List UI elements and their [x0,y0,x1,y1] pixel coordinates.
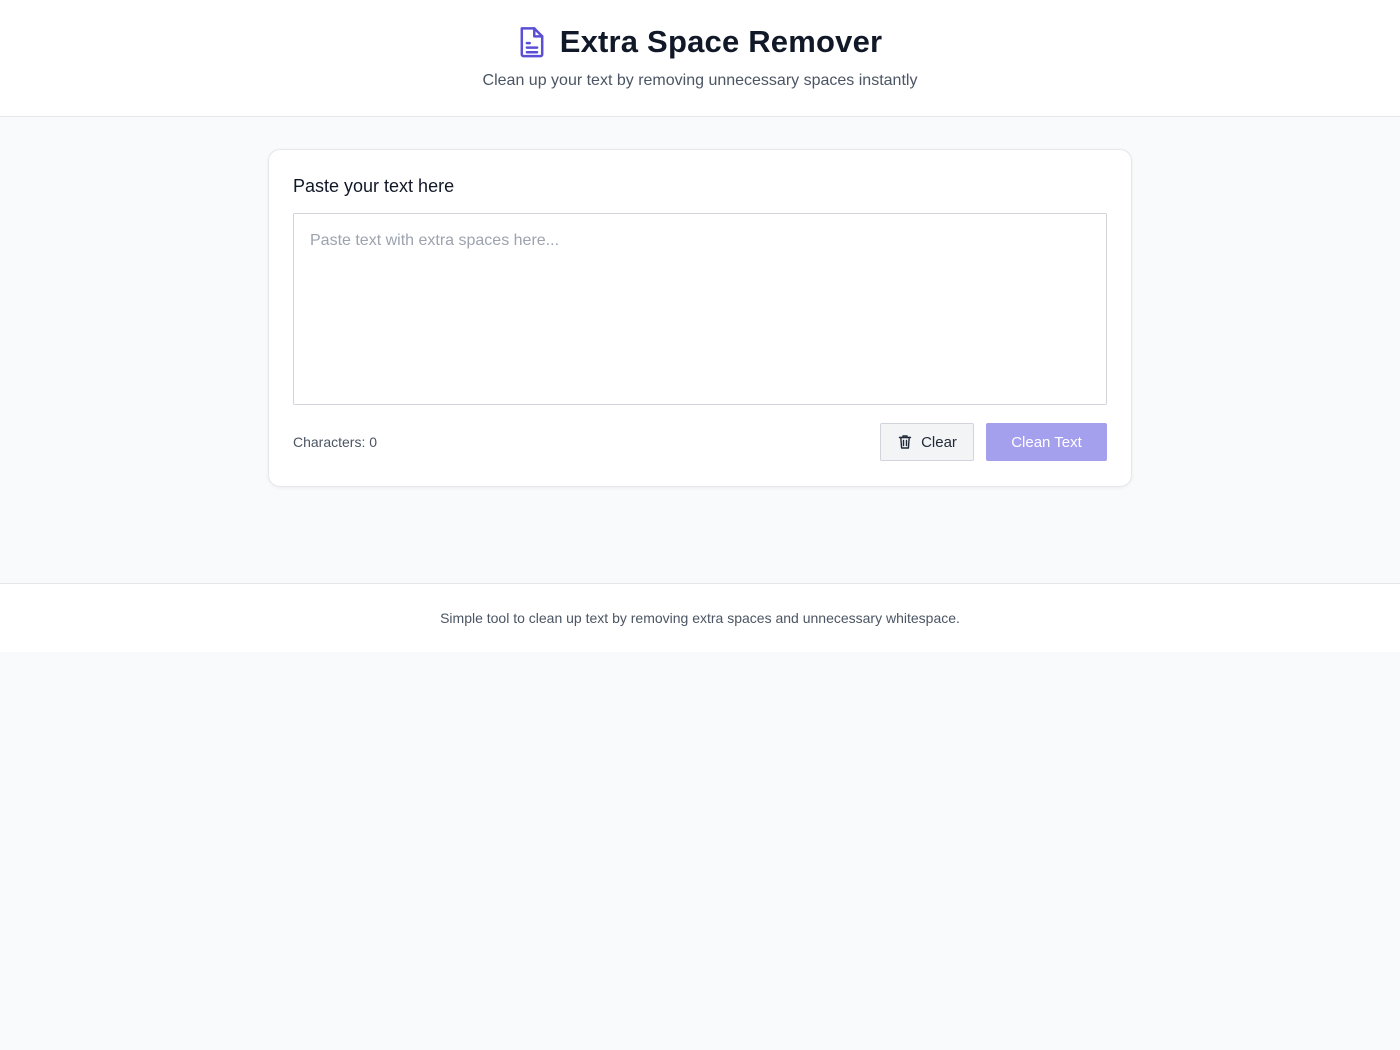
clean-text-button[interactable]: Clean Text [986,423,1107,461]
editor-footer: Characters: 0 Clear Clean Text [293,423,1107,461]
page-footer: Simple tool to clean up text by removing… [0,583,1400,652]
title-row: Extra Space Remover [518,24,883,60]
editor-card: Paste your text here Characters: 0 [268,149,1132,487]
action-buttons: Clear Clean Text [880,423,1107,461]
trash-icon [897,434,913,450]
text-input[interactable] [293,213,1107,405]
footer-text: Simple tool to clean up text by removing… [440,610,960,626]
editor-label: Paste your text here [293,176,455,196]
clear-button-label: Clear [921,433,957,451]
page-title: Extra Space Remover [559,24,883,59]
document-icon [518,25,546,59]
clear-button[interactable]: Clear [880,423,974,461]
page-header: Extra Space Remover Clean up your text b… [0,0,1400,117]
character-count: Characters: 0 [293,434,378,450]
main-content: Paste your text here Characters: 0 [0,117,1400,583]
page-subtitle: Clean up your text by removing unnecessa… [482,72,918,89]
